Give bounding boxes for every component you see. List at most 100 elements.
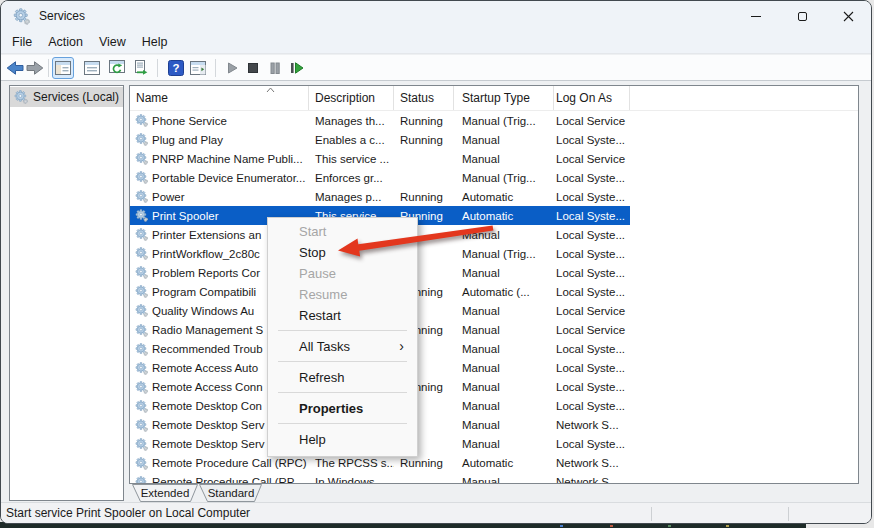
window-title: Services <box>39 9 85 23</box>
sort-ascending-icon <box>266 87 275 93</box>
start-service-icon[interactable] <box>225 61 239 75</box>
service-logon-cell: Local Service <box>554 149 630 168</box>
service-status-cell <box>394 149 454 168</box>
column-header-log-on-as[interactable]: Log On As <box>554 86 630 110</box>
service-description-cell: Enforces gr... <box>309 168 394 187</box>
service-status-cell: Running <box>394 111 454 130</box>
stop-service-icon[interactable] <box>246 61 260 75</box>
service-logon-cell: Local Syste... <box>554 435 630 454</box>
help-icon[interactable]: ? <box>168 60 184 76</box>
column-header-startup-type[interactable]: Startup Type <box>454 86 554 110</box>
service-gear-icon <box>135 133 148 146</box>
context-menu-item[interactable]: Help <box>268 429 417 450</box>
service-startup-cell: Automatic <box>454 187 554 206</box>
service-startup-cell: Manual <box>454 321 554 340</box>
service-startup-cell: Manual <box>454 397 554 416</box>
service-gear-icon <box>135 190 148 203</box>
menubar-item[interactable]: Action <box>40 32 91 52</box>
service-startup-cell: Manual (Trig... <box>454 111 554 130</box>
service-description-cell: In Windows... <box>309 473 394 484</box>
table-row[interactable]: Portable Device Enumerator... Enforces g… <box>130 168 630 187</box>
table-row[interactable]: PNRP Machine Name Publi... This service … <box>130 149 630 168</box>
refresh-icon[interactable] <box>106 57 128 79</box>
sidebar-item-label: Services (Local) <box>33 90 119 104</box>
service-gear-icon <box>135 343 148 356</box>
service-gear-icon <box>135 171 148 184</box>
service-startup-cell: Manual <box>454 149 554 168</box>
context-menu-item[interactable]: All Tasks <box>268 336 417 357</box>
context-menu-item[interactable]: Properties <box>268 398 417 419</box>
menubar-item[interactable]: Help <box>134 32 176 52</box>
forward-icon[interactable] <box>26 60 44 76</box>
service-gear-icon <box>135 114 148 127</box>
service-startup-cell: Manual <box>454 359 554 378</box>
services-window: Services FileActionViewHelp ? Services (… <box>0 0 872 524</box>
titlebar: Services <box>1 1 871 31</box>
column-header-description[interactable]: Description <box>309 86 394 110</box>
context-menu-item[interactable]: Resume <box>268 284 417 305</box>
console-tree-panel: Services (Local) <box>9 85 124 501</box>
service-name-cell: Plug and Play <box>130 130 309 149</box>
table-row[interactable]: Power Manages p... Running Automatic Loc… <box>130 187 630 206</box>
service-logon-cell: Local Syste... <box>554 282 630 301</box>
tab-extended-label[interactable]: Extended <box>141 487 190 499</box>
maximize-button[interactable] <box>779 1 825 31</box>
sidebar-item-services-local[interactable]: Services (Local) <box>10 87 123 107</box>
service-logon-cell: Network S... <box>554 416 630 435</box>
statusbar: Start service Print Spooler on Local Com… <box>1 502 871 523</box>
show-console-tree-icon[interactable] <box>52 57 74 79</box>
export-list-icon[interactable] <box>129 57 151 79</box>
toolbar-separator <box>48 59 49 77</box>
service-startup-cell: Manual <box>454 473 554 484</box>
service-startup-cell: Automatic (... <box>454 282 554 301</box>
toolbar-separator <box>157 59 158 77</box>
context-menu-item[interactable]: Refresh <box>268 367 417 388</box>
show-action-pane-icon[interactable] <box>187 57 209 79</box>
service-description-cell: Enables a c... <box>309 130 394 149</box>
services-list-panel: Name Description Status Startup Type Log… <box>129 85 859 484</box>
service-logon-cell: Local Service <box>554 301 630 320</box>
service-gear-icon <box>135 419 148 432</box>
svg-text:?: ? <box>172 62 179 74</box>
taskbar-speck <box>668 525 671 527</box>
table-row[interactable]: Plug and Play Enables a c... Running Man… <box>130 130 630 149</box>
service-name-cell: Phone Service <box>130 111 309 130</box>
red-arrow-annotation <box>301 206 521 276</box>
toolbar-separator <box>215 59 216 77</box>
service-startup-cell: Manual (Trig... <box>454 168 554 187</box>
close-icon <box>843 11 854 22</box>
menubar-item[interactable]: File <box>4 32 40 52</box>
column-header-status[interactable]: Status <box>394 86 454 110</box>
tab-standard-label[interactable]: Standard <box>208 487 255 499</box>
service-startup-cell: Manual <box>454 340 554 359</box>
service-logon-cell: Local Syste... <box>554 263 630 282</box>
service-description-cell: Manages p... <box>309 187 394 206</box>
service-logon-cell: Local Syste... <box>554 359 630 378</box>
service-gear-icon <box>135 152 148 165</box>
service-name-cell: Power <box>130 187 309 206</box>
pause-service-icon[interactable] <box>268 61 282 75</box>
service-status-cell <box>394 168 454 187</box>
service-startup-cell: Manual <box>454 301 554 320</box>
taskbar-speck <box>560 525 563 527</box>
table-row[interactable]: Remote Procedure Call (RP... In Windows.… <box>130 473 630 484</box>
service-logon-cell: Local Service <box>554 321 630 340</box>
service-gear-icon <box>135 209 148 222</box>
service-gear-icon <box>135 457 148 470</box>
service-logon-cell: Local Syste... <box>554 130 630 149</box>
column-header-name[interactable]: Name <box>130 86 309 110</box>
menubar-item[interactable]: View <box>91 32 134 52</box>
context-menu-item[interactable]: Restart <box>268 305 417 326</box>
minimize-button[interactable] <box>733 1 779 31</box>
properties-icon[interactable] <box>81 57 103 79</box>
services-gear-icon <box>14 90 28 104</box>
service-gear-icon <box>135 247 148 260</box>
table-row[interactable]: Phone Service Manages th... Running Manu… <box>130 111 630 130</box>
service-gear-icon <box>135 476 148 484</box>
service-logon-cell: Local Syste... <box>554 340 630 359</box>
service-logon-cell: Local Syste... <box>554 244 630 263</box>
restart-service-icon[interactable] <box>289 61 305 75</box>
service-gear-icon <box>135 285 148 298</box>
close-button[interactable] <box>825 1 871 31</box>
back-icon[interactable] <box>6 60 24 76</box>
